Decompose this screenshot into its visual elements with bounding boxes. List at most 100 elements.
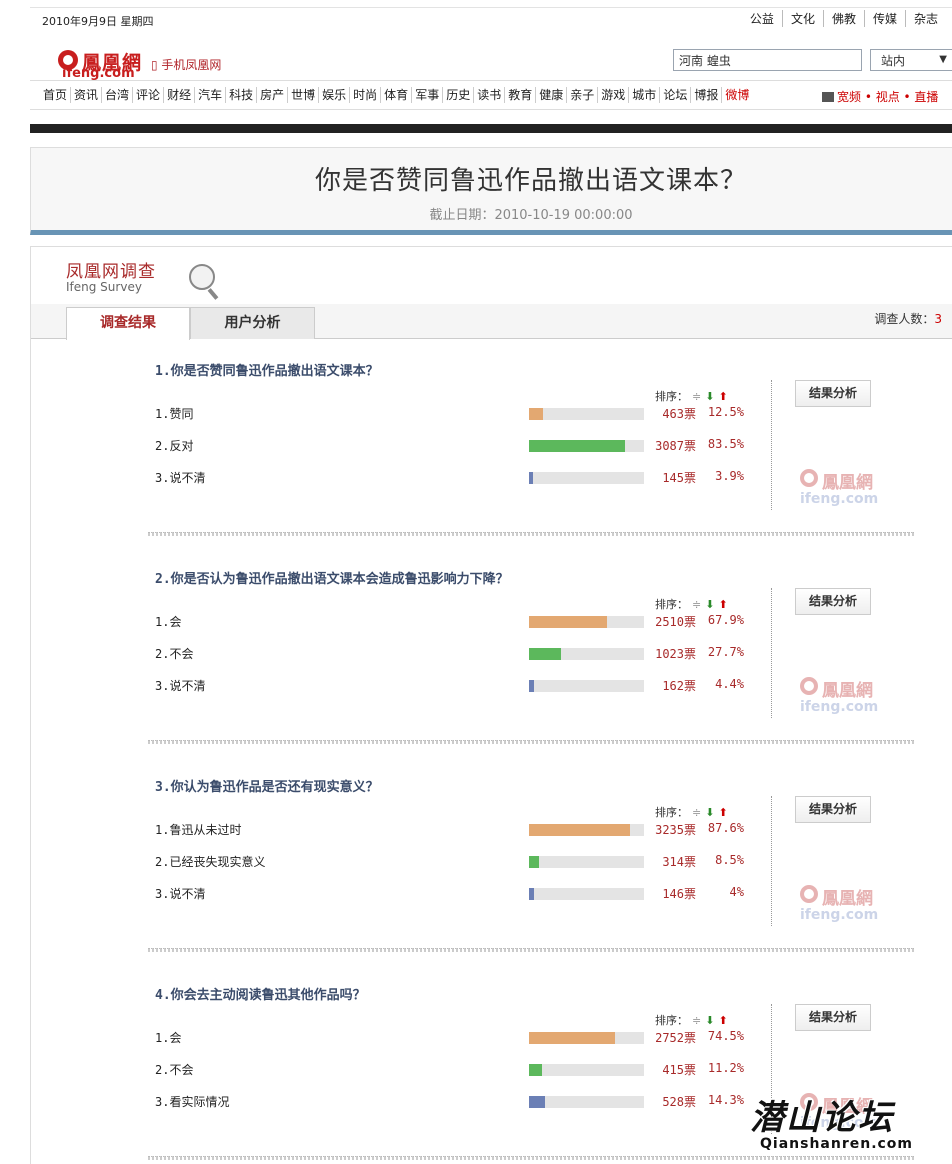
tab-survey-results[interactable]: 调查结果: [66, 307, 190, 340]
sort-descending-icon[interactable]: ⬇: [705, 598, 714, 611]
forum-watermark-en: Qianshanren.com: [760, 1136, 914, 1152]
search-input[interactable]: 河南 蝗虫: [673, 49, 862, 71]
answer-option: 3.说不清 145票 3.9%: [150, 469, 750, 485]
chevron-down-icon: ▼: [939, 54, 947, 65]
answer-option: 1.会 2510票 67.9%: [150, 613, 750, 629]
sort-default-icon[interactable]: ≑: [692, 1014, 701, 1027]
nav-item[interactable]: 科技: [226, 87, 258, 103]
question-separator: [148, 532, 914, 536]
vote-bar-fill: [529, 440, 625, 452]
vertical-divider: [771, 588, 772, 718]
sort-ascending-icon[interactable]: ⬆: [718, 390, 727, 403]
top-link-magazine[interactable]: 杂志: [904, 10, 946, 27]
nav-item[interactable]: 台湾: [102, 87, 134, 103]
vote-percent: 14.3%: [707, 1093, 744, 1107]
vote-percent: 83.5%: [707, 437, 744, 451]
sort-descending-icon[interactable]: ⬇: [705, 390, 714, 403]
nav-item[interactable]: 评论: [133, 87, 165, 103]
nav-item[interactable]: 微博: [722, 87, 752, 103]
nav-item[interactable]: 读书: [474, 87, 506, 103]
nav-item[interactable]: 世博: [288, 87, 320, 103]
result-tabs: 调查结果 用户分析: [31, 304, 952, 340]
vote-percent: 12.5%: [707, 405, 744, 419]
nav-item[interactable]: 军事: [412, 87, 444, 103]
page-title: 你是否赞同鲁迅作品撤出语文课本？: [314, 166, 747, 196]
sort-descending-icon[interactable]: ⬇: [705, 806, 714, 819]
answer-option: 3.说不清 162票 4.4%: [150, 677, 750, 693]
sort-default-icon[interactable]: ≑: [692, 598, 701, 611]
main-nav: 首页 资讯 台湾 评论 财经 汽车 科技 房产 世博 娱乐 时尚 体育 军事 历史 读书 教育 健康 亲子 游戏 城市…: [30, 80, 952, 110]
survey-brand: 凤凰网调查 Ifeng Survey: [66, 257, 215, 294]
nav-item[interactable]: 论坛: [660, 87, 692, 103]
sort-controls: 排序： ≑ ⬇ ⬆: [655, 1012, 728, 1028]
survey-question: 3.你认为鲁迅作品是否还有现实意义？ 排序： ≑ ⬇ ⬆ 结果分析 鳳凰網 ifeng.com…: [148, 776, 920, 984]
nav-item[interactable]: 资讯: [71, 87, 103, 103]
result-analysis-button[interactable]: 结果分析: [795, 380, 871, 407]
top-link-charity[interactable]: 公益: [742, 10, 782, 27]
nav-item[interactable]: 游戏: [598, 87, 630, 103]
vote-bar-fill: [529, 472, 533, 484]
nav-item[interactable]: 健康: [536, 87, 568, 103]
sort-default-icon[interactable]: ≑: [692, 390, 701, 403]
sort-ascending-icon[interactable]: ⬆: [718, 806, 727, 819]
nav-item[interactable]: 教育: [505, 87, 537, 103]
vote-bar-fill: [529, 408, 543, 420]
question-separator: [148, 740, 914, 744]
answer-option: 3.说不清 146票 4%: [150, 885, 750, 901]
option-label: 3.说不清: [155, 471, 206, 485]
nav-item[interactable]: 城市: [629, 87, 661, 103]
vote-count: 314票: [662, 855, 696, 869]
ifeng-watermark: 鳳凰網 ifeng.com: [800, 884, 878, 923]
sort-controls: 排序： ≑ ⬇ ⬆: [655, 804, 728, 820]
nav-item[interactable]: 财经: [164, 87, 196, 103]
vote-count: 162票: [662, 679, 696, 693]
participant-count: 调查人数：3: [874, 310, 942, 327]
sort-controls: 排序： ≑ ⬇ ⬆: [655, 596, 728, 612]
vote-count: 2510票: [655, 615, 696, 629]
sort-ascending-icon[interactable]: ⬆: [718, 598, 727, 611]
top-link-buddhism[interactable]: 佛教: [822, 10, 864, 27]
result-analysis-button[interactable]: 结果分析: [795, 1004, 871, 1031]
nav-item[interactable]: 时尚: [350, 87, 382, 103]
nav-item[interactable]: 博报: [691, 87, 723, 103]
mobile-site-link[interactable]: ▯ 手机凤凰网: [151, 56, 221, 73]
nav-item[interactable]: 汽车: [195, 87, 227, 103]
nav-item[interactable]: 体育: [381, 87, 413, 103]
nav-item[interactable]: 房产: [257, 87, 289, 103]
forum-watermark-cn: 潜山论坛: [750, 1098, 894, 1138]
top-link-media[interactable]: 传媒: [863, 10, 905, 27]
vertical-divider: [771, 796, 772, 926]
answer-option: 1.鲁迅从未过时 3235票 87.6%: [150, 821, 750, 837]
top-link-culture[interactable]: 文化: [781, 10, 823, 27]
survey-question: 2.你是否认为鲁迅作品撤出语文课本会造成鲁迅影响力下降？ 排序： ≑ ⬇ ⬆ 结果分析 鳳凰…: [148, 568, 920, 776]
survey-deadline: 截止日期：2010-10-19 00:00:00: [429, 208, 633, 223]
result-analysis-button[interactable]: 结果分析: [795, 588, 871, 615]
answer-option: 3.看实际情况 528票 14.3%: [150, 1093, 750, 1109]
nav-item[interactable]: 娱乐: [319, 87, 351, 103]
result-analysis-button[interactable]: 结果分析: [795, 796, 871, 823]
option-label: 2.已经丧失现实意义: [155, 855, 266, 869]
sort-default-icon[interactable]: ≑: [692, 806, 701, 819]
tab-user-analysis[interactable]: 用户分析: [190, 307, 315, 339]
current-date: 2010年9月9日 星期四: [42, 15, 154, 28]
vote-bar-fill: [529, 856, 539, 868]
sort-ascending-icon[interactable]: ⬆: [718, 1014, 727, 1027]
participant-count-value: 3: [934, 312, 942, 326]
answer-option: 1.会 2752票 74.5%: [150, 1029, 750, 1045]
nav-item[interactable]: 亲子: [567, 87, 599, 103]
vertical-divider: [771, 380, 772, 510]
nav-item[interactable]: 首页: [40, 87, 72, 103]
answer-option: 2.不会 1023票 27.7%: [150, 645, 750, 661]
survey-brand-cn: 凤凰网调查: [66, 262, 156, 282]
vote-percent: 4%: [729, 885, 744, 899]
search-scope-select[interactable]: 站内 ▼: [870, 49, 952, 71]
vote-count: 3087票: [655, 439, 696, 453]
option-label: 1.鲁迅从未过时: [155, 823, 242, 837]
top-divider: [30, 7, 952, 8]
vote-count: 415票: [662, 1063, 696, 1077]
tv-icon: [822, 92, 834, 102]
video-live-links[interactable]: 宽频 • 视点 • 直播: [822, 88, 938, 105]
vote-percent: 3.9%: [715, 469, 744, 483]
sort-descending-icon[interactable]: ⬇: [705, 1014, 714, 1027]
nav-item[interactable]: 历史: [443, 87, 475, 103]
